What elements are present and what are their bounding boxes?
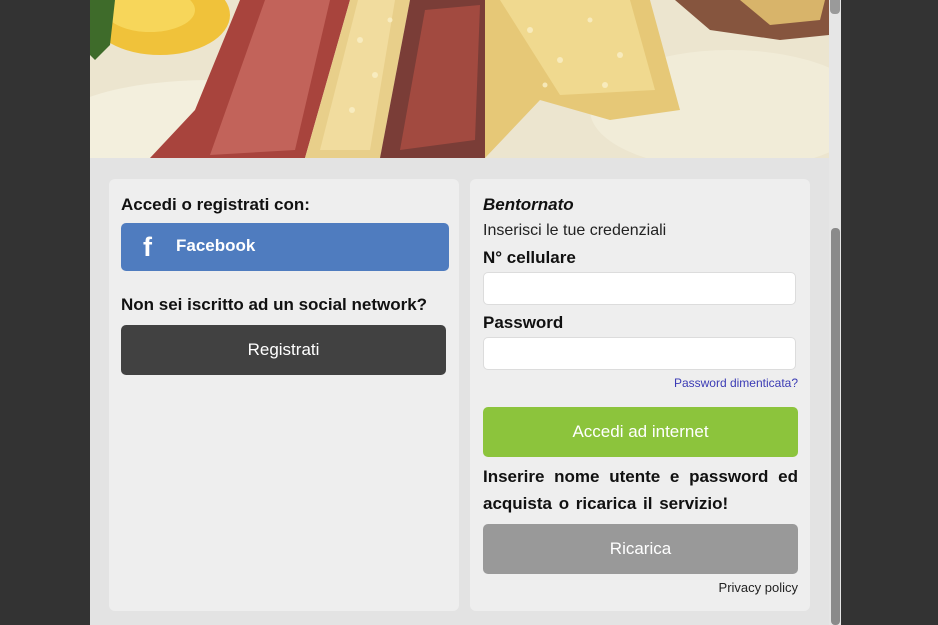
credentials-subtitle: Inserisci le tue credenziali: [483, 222, 667, 239]
social-login-panel: Accedi o registrati con: f Facebook Non …: [109, 179, 459, 611]
hero-food-image: [90, 0, 829, 158]
password-label: Password: [483, 313, 564, 332]
phone-label: N° cellulare: [483, 248, 576, 267]
page-container: Accedi o registrati con: f Facebook Non …: [90, 0, 829, 625]
password-input[interactable]: [483, 337, 796, 370]
register-button[interactable]: Registrati: [121, 325, 446, 375]
login-button[interactable]: Accedi ad internet: [483, 407, 798, 457]
scrollbar[interactable]: [829, 0, 841, 625]
facebook-icon: f: [143, 232, 152, 262]
welcome-heading: Bentornato: [483, 195, 574, 214]
scrollbar-top-segment[interactable]: [830, 0, 840, 14]
phone-input[interactable]: [483, 272, 796, 305]
forgot-password-link[interactable]: Password dimenticata?: [674, 376, 798, 390]
recharge-button[interactable]: Ricarica: [483, 524, 798, 574]
no-social-heading: Non sei iscritto ad un social network?: [121, 295, 428, 314]
info-text: Inserire nome utente e password ed acqui…: [483, 467, 798, 513]
scrollbar-thumb[interactable]: [831, 228, 840, 625]
social-heading: Accedi o registrati con:: [121, 195, 310, 214]
credentials-login-panel: Bentornato Inserisci le tue credenziali …: [470, 179, 810, 611]
facebook-button[interactable]: f Facebook: [121, 223, 449, 271]
privacy-policy-link[interactable]: Privacy policy: [719, 580, 798, 595]
facebook-label: Facebook: [176, 236, 256, 255]
